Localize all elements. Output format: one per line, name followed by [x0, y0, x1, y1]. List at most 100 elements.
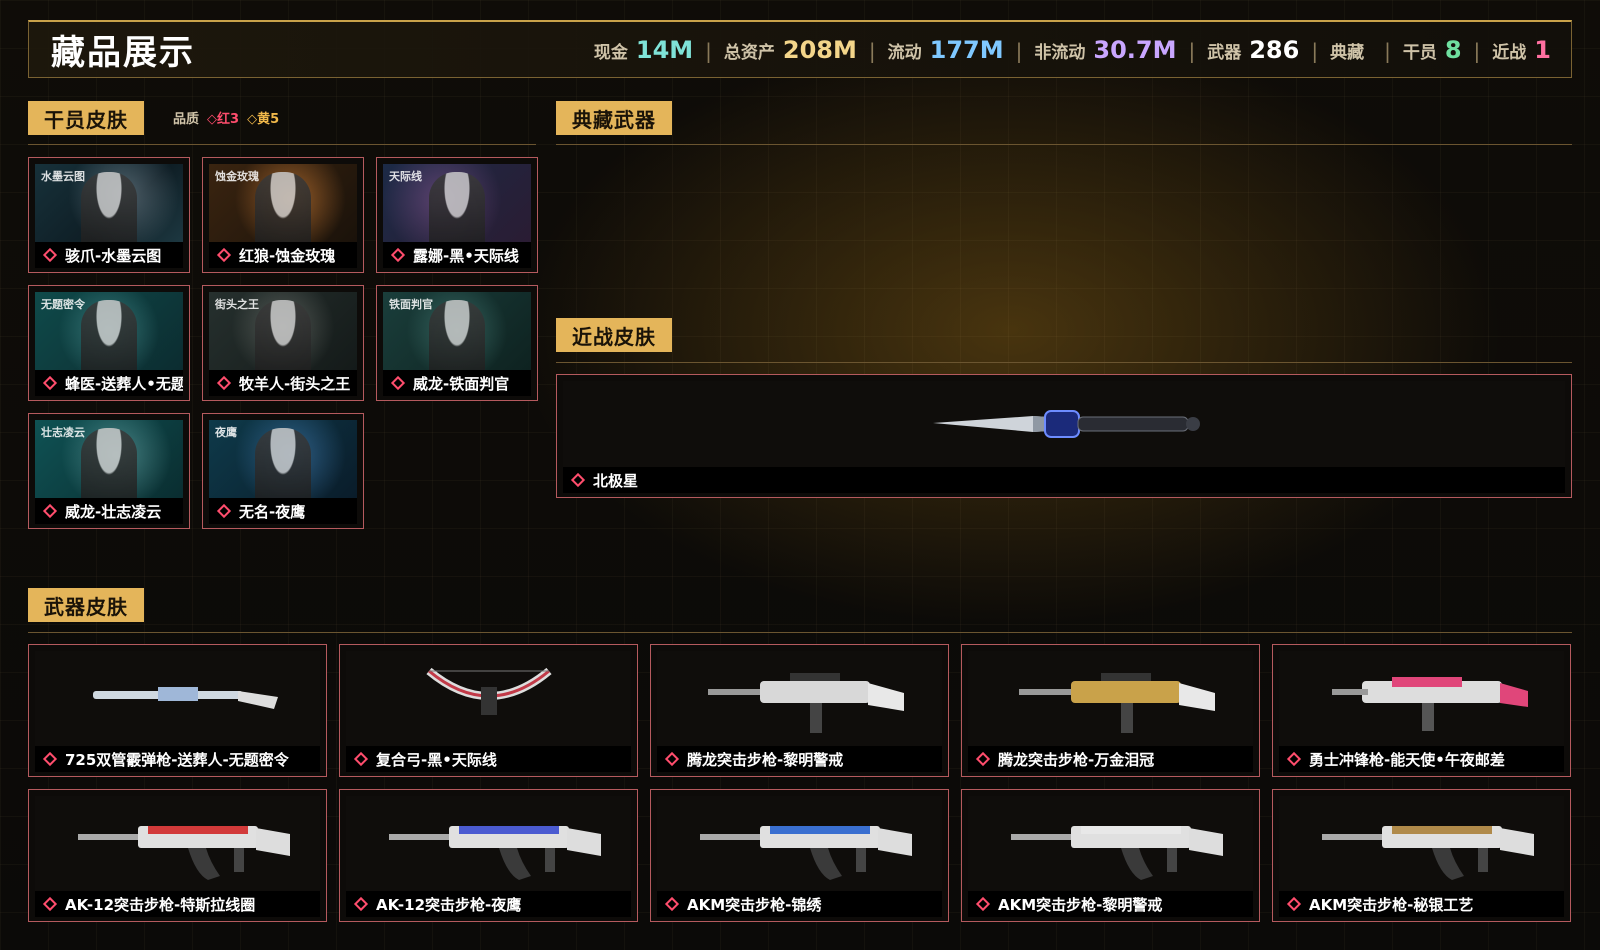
weapon-skin-card[interactable]: AKM突击步枪-黎明警戒	[961, 789, 1260, 922]
melee-art	[563, 381, 1565, 467]
weapon-name: 复合弓-黑•天际线	[376, 750, 497, 769]
operator-name: 威龙-壮志凌云	[65, 502, 162, 521]
weapon-art	[968, 796, 1253, 891]
weapon-skin-card[interactable]: AKM突击步枪-锦绣	[650, 789, 949, 922]
melee-card[interactable]: 北极星	[556, 374, 1572, 498]
weapon-art	[657, 651, 942, 746]
weapon-art	[1279, 796, 1564, 891]
operator-name: 蜂医-送葬人•无题密令	[65, 374, 183, 393]
quality-diamond-icon	[42, 896, 58, 912]
weapon-icon	[1331, 676, 1528, 731]
knife-icon	[933, 410, 1200, 438]
weapon-caption: AKM突击步枪-黎明警戒	[968, 891, 1253, 917]
quality-yellow: ◇黄5	[247, 112, 280, 127]
weapon-icon	[92, 686, 278, 709]
quality-diamond-icon	[42, 247, 58, 263]
quality-diamond-icon	[216, 503, 232, 519]
quality-diamond-icon	[42, 503, 58, 519]
stat-label: 总资产	[723, 42, 775, 63]
operator-art: 铁面判官	[383, 292, 531, 382]
operator-art-label: 天际线	[389, 170, 422, 183]
stat-separator: |	[705, 38, 712, 63]
weapon-skin-card[interactable]: AK-12突击步枪-夜鹰	[339, 789, 638, 922]
stat-item: 近战 1	[1492, 36, 1551, 64]
divider	[556, 144, 1572, 145]
stat-label: 近战	[1492, 42, 1527, 63]
divider	[28, 144, 536, 145]
section-tag-operator-skins: 干员皮肤	[28, 101, 144, 135]
weapon-icon	[1010, 825, 1223, 880]
weapon-icon	[425, 667, 552, 715]
operator-skin-card[interactable]: 无题密令蜂医-送葬人•无题密令	[28, 285, 190, 401]
weapon-art	[346, 651, 631, 746]
stat-label: 干员	[1402, 42, 1437, 63]
quality-diamond-icon	[216, 375, 232, 391]
weapon-caption: AK-12突击步枪-夜鹰	[346, 891, 631, 917]
quality-diamond-icon	[390, 247, 406, 263]
operator-skin-card[interactable]: 夜鹰 无名-夜鹰	[202, 413, 364, 529]
weapon-art	[1279, 651, 1564, 746]
weapon-icon	[77, 825, 290, 880]
stat-value: 30.7M	[1093, 35, 1177, 64]
operator-skin-card[interactable]: 天际线露娜-黑•天际线	[376, 157, 538, 273]
stat-label: 武器	[1207, 42, 1242, 63]
section-tag-melee-skins: 近战皮肤	[556, 318, 672, 352]
operator-skin-card[interactable]: 水墨云图 骇爪-水墨云图	[28, 157, 190, 273]
stat-item: 非流动 30.7M	[1034, 36, 1176, 64]
stat-separator: |	[1188, 38, 1196, 63]
stat-item: 典藏	[1330, 38, 1372, 63]
operator-caption: 露娜-黑•天际线	[383, 242, 531, 268]
weapon-name: 勇士冲锋枪-能天使•午夜邮差	[1309, 750, 1505, 769]
operator-caption: 无名-夜鹰	[209, 498, 357, 524]
weapon-skin-card[interactable]: 复合弓-黑•天际线	[339, 644, 638, 777]
weapon-caption: 勇士冲锋枪-能天使•午夜邮差	[1279, 746, 1564, 772]
weapon-name: AK-12突击步枪-特斯拉线圈	[65, 895, 256, 914]
weapon-skin-card[interactable]: 勇士冲锋枪-能天使•午夜邮差	[1272, 644, 1571, 777]
weapon-caption: 725双管霰弹枪-送葬人-无题密令	[35, 746, 320, 772]
weapon-icon	[388, 825, 601, 880]
quality-diamond-icon	[216, 247, 232, 263]
stat-value: 177M	[929, 35, 1004, 64]
weapon-skin-card[interactable]: 腾龙突击步枪-万金泪冠	[961, 644, 1260, 777]
weapon-name: AKM突击步枪-秘银工艺	[1309, 895, 1474, 914]
weapon-skin-card[interactable]: AK-12突击步枪-特斯拉线圈	[28, 789, 327, 922]
weapon-icon	[707, 672, 904, 733]
stat-item: 现金 14M	[594, 36, 693, 64]
quality-diamond-icon	[664, 896, 680, 912]
weapon-skin-card[interactable]: 腾龙突击步枪-黎明警戒	[650, 644, 949, 777]
operator-art-label: 壮志凌云	[41, 426, 85, 439]
quality-diamond-icon	[353, 751, 369, 767]
weapon-name: 腾龙突击步枪-万金泪冠	[998, 750, 1155, 769]
stats-header: 藏品展示 现金 14M | 总资产 208M | 流动 177M | 非流动 30.7M | 武器 286…	[28, 20, 1572, 78]
stat-label: 流动	[887, 42, 922, 63]
operator-name: 骇爪-水墨云图	[65, 246, 162, 265]
weapon-name: 腾龙突击步枪-黎明警戒	[687, 750, 844, 769]
operator-caption: 牧羊人-街头之王	[209, 370, 357, 396]
quality-diamond-icon	[1286, 896, 1302, 912]
stat-value: 14M	[635, 35, 694, 64]
operator-caption: 红狼-蚀金玫瑰	[209, 242, 357, 268]
operator-skin-card[interactable]: 蚀金玫瑰红狼-蚀金玫瑰	[202, 157, 364, 273]
weapon-art	[657, 796, 942, 891]
stat-item: 武器 286	[1207, 36, 1299, 64]
weapon-caption: 复合弓-黑•天际线	[346, 746, 631, 772]
operator-art: 水墨云图	[35, 164, 183, 254]
weapon-name: AK-12突击步枪-夜鹰	[376, 895, 522, 914]
divider	[556, 362, 1572, 363]
stat-separator: |	[1473, 38, 1481, 63]
operator-skin-card[interactable]: 铁面判官 威龙-铁面判官	[376, 285, 538, 401]
operator-art-label: 街头之王	[215, 298, 259, 311]
weapon-skin-card[interactable]: AKM突击步枪-秘银工艺	[1272, 789, 1571, 922]
page-title: 藏品展示	[51, 33, 195, 73]
operator-skin-card[interactable]: 街头之王牧羊人-街头之王	[202, 285, 364, 401]
weapon-caption: AKM突击步枪-秘银工艺	[1279, 891, 1564, 917]
weapon-caption: 腾龙突击步枪-万金泪冠	[968, 746, 1253, 772]
operator-art-label: 蚀金玫瑰	[215, 170, 259, 183]
operator-name: 红狼-蚀金玫瑰	[239, 246, 336, 265]
quality-legend: 品质 ◇红3 ◇黄5	[173, 108, 279, 127]
quality-diamond-icon	[390, 375, 406, 391]
weapon-skin-card[interactable]: 725双管霰弹枪-送葬人-无题密令	[28, 644, 327, 777]
stat-value: 286	[1249, 35, 1300, 64]
weapon-name: 725双管霰弹枪-送葬人-无题密令	[65, 750, 289, 769]
operator-skin-card[interactable]: 壮志凌云威龙-壮志凌云	[28, 413, 190, 529]
